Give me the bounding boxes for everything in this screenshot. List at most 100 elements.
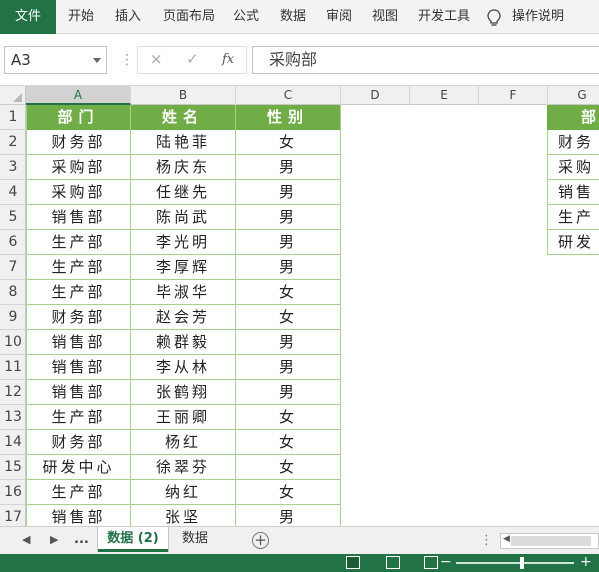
cell-name[interactable]: 毕淑华: [131, 280, 236, 305]
normal-view-icon[interactable]: [346, 556, 360, 569]
lightbulb-icon[interactable]: [486, 9, 502, 27]
cell-gender[interactable]: 女: [236, 480, 341, 505]
tab-formulas[interactable]: 公式: [233, 0, 259, 34]
header-gender[interactable]: 性别: [236, 105, 341, 130]
cell-gender[interactable]: 男: [236, 180, 341, 205]
row-header[interactable]: 16: [0, 480, 26, 505]
cell-dept[interactable]: 采购部: [26, 180, 131, 205]
cell-dept[interactable]: 采购部: [26, 155, 131, 180]
cell-gender[interactable]: 女: [236, 430, 341, 455]
more-sheets-button[interactable]: ...: [74, 532, 89, 547]
cell-dept[interactable]: 销售部: [26, 355, 131, 380]
column-header-a[interactable]: A: [26, 86, 131, 105]
zoom-slider-knob[interactable]: [520, 557, 524, 569]
cell-gender[interactable]: 男: [236, 230, 341, 255]
next-sheet-icon[interactable]: ▶: [50, 533, 58, 546]
scrollbar-thumb[interactable]: [511, 536, 591, 546]
cell-name[interactable]: 赵会芳: [131, 305, 236, 330]
cell-name[interactable]: 张坚: [131, 505, 236, 526]
column-header-d[interactable]: D: [341, 86, 410, 105]
row-header[interactable]: 3: [0, 155, 26, 180]
row-header[interactable]: 15: [0, 455, 26, 480]
zoom-out-button[interactable]: −: [440, 554, 452, 571]
cell-dept[interactable]: 生产部: [26, 230, 131, 255]
row-header[interactable]: 5: [0, 205, 26, 230]
cell-dept[interactable]: 生产部: [26, 280, 131, 305]
column-header-e[interactable]: E: [410, 86, 479, 105]
chevron-down-icon[interactable]: [93, 58, 101, 63]
side-list-item[interactable]: 销售: [547, 180, 599, 205]
cell-dept[interactable]: 研发中心: [26, 455, 131, 480]
tab-review[interactable]: 审阅: [326, 0, 352, 34]
prev-sheet-icon[interactable]: ◀: [22, 533, 30, 546]
cell-name[interactable]: 杨红: [131, 430, 236, 455]
row-header[interactable]: 2: [0, 130, 26, 155]
column-header-b[interactable]: B: [131, 86, 236, 105]
cell-name[interactable]: 李从林: [131, 355, 236, 380]
add-sheet-icon[interactable]: +: [252, 532, 269, 549]
cell-dept[interactable]: 财务部: [26, 305, 131, 330]
cell-dept[interactable]: 生产部: [26, 405, 131, 430]
row-header[interactable]: 9: [0, 305, 26, 330]
row-header[interactable]: 8: [0, 280, 26, 305]
cell-dept[interactable]: 销售部: [26, 380, 131, 405]
cell-name[interactable]: 赖群毅: [131, 330, 236, 355]
sheet-tab-data[interactable]: 数据: [172, 527, 218, 552]
cell-dept[interactable]: 销售部: [26, 505, 131, 526]
column-header-g[interactable]: G: [548, 86, 599, 105]
side-list-item[interactable]: 研发: [547, 230, 599, 255]
cell-gender[interactable]: 男: [236, 505, 341, 526]
row-header[interactable]: 1: [0, 105, 26, 130]
drag-handle-icon[interactable]: ⋮: [120, 52, 134, 68]
header-dept[interactable]: 部门: [26, 105, 131, 130]
tab-insert[interactable]: 插入: [115, 0, 141, 34]
tab-data[interactable]: 数据: [280, 0, 306, 34]
insert-function-icon[interactable]: fx: [222, 52, 234, 67]
cell-name[interactable]: 张鹤翔: [131, 380, 236, 405]
cell-gender[interactable]: 男: [236, 205, 341, 230]
cell-gender[interactable]: 女: [236, 130, 341, 155]
file-tab[interactable]: 文件: [0, 0, 56, 34]
tab-page-layout[interactable]: 页面布局: [163, 0, 215, 34]
cell-name[interactable]: 王丽卿: [131, 405, 236, 430]
formula-input[interactable]: 采购部: [252, 46, 599, 74]
page-break-view-icon[interactable]: [424, 556, 438, 569]
tab-home[interactable]: 开始: [68, 0, 94, 34]
cell-gender[interactable]: 女: [236, 455, 341, 480]
enter-icon[interactable]: ✓: [186, 50, 199, 68]
row-header[interactable]: 11: [0, 355, 26, 380]
cell-name[interactable]: 杨庆东: [131, 155, 236, 180]
column-header-c[interactable]: C: [236, 86, 341, 105]
row-header[interactable]: 12: [0, 380, 26, 405]
cancel-icon[interactable]: ×: [150, 50, 163, 68]
cell-gender[interactable]: 女: [236, 280, 341, 305]
side-list-item[interactable]: 生产: [547, 205, 599, 230]
cell-name[interactable]: 陈尚武: [131, 205, 236, 230]
cell-name[interactable]: 陆艳菲: [131, 130, 236, 155]
cell-dept[interactable]: 销售部: [26, 205, 131, 230]
tab-split-handle-icon[interactable]: ⋮: [480, 533, 493, 548]
row-header[interactable]: 4: [0, 180, 26, 205]
cell-gender[interactable]: 女: [236, 305, 341, 330]
horizontal-scrollbar[interactable]: ◀: [500, 533, 599, 549]
tell-me-search[interactable]: 操作说明: [512, 0, 564, 34]
cell-gender[interactable]: 男: [236, 330, 341, 355]
cell-gender[interactable]: 男: [236, 355, 341, 380]
scroll-left-icon[interactable]: ◀: [503, 534, 510, 544]
side-list-item[interactable]: 采购: [547, 155, 599, 180]
worksheet-grid[interactable]: A B C D E F G 1 2 3 4 5 6 7 8 9 10 11 12 13 14 15 16 17 …: [0, 86, 599, 526]
tab-developer[interactable]: 开发工具: [418, 0, 470, 34]
column-header-f[interactable]: F: [479, 86, 548, 105]
cell-dept[interactable]: 销售部: [26, 330, 131, 355]
cell-gender[interactable]: 男: [236, 255, 341, 280]
cell-dept[interactable]: 财务部: [26, 130, 131, 155]
sheet-tab-data-2[interactable]: 数据 (2): [98, 527, 168, 552]
cell-name[interactable]: 任继先: [131, 180, 236, 205]
cell-dept[interactable]: 生产部: [26, 480, 131, 505]
cell-gender[interactable]: 男: [236, 380, 341, 405]
row-header[interactable]: 10: [0, 330, 26, 355]
cell-name[interactable]: 徐翠芬: [131, 455, 236, 480]
side-list-item[interactable]: 财务: [547, 130, 599, 155]
name-box[interactable]: A3: [4, 46, 107, 74]
row-header[interactable]: 17: [0, 505, 26, 526]
